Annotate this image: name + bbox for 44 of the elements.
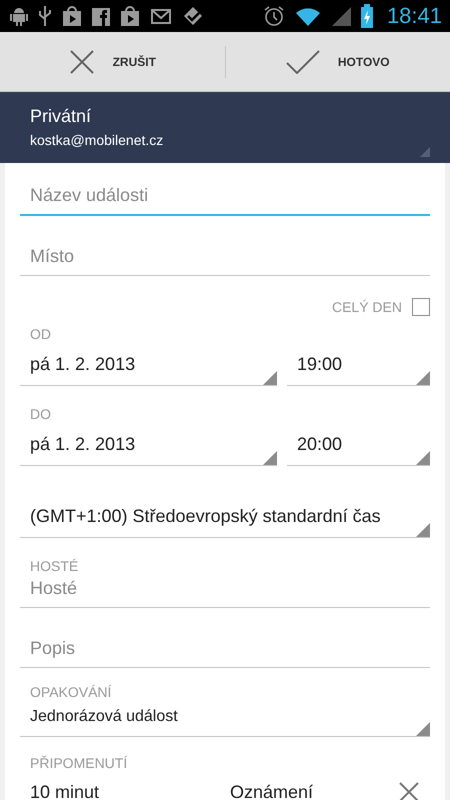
clock-time: 18:41 (386, 3, 442, 29)
description-field[interactable]: Popis (20, 620, 430, 668)
guests-field[interactable]: Hosté (20, 574, 430, 608)
dropdown-corner-icon (263, 451, 277, 465)
remove-icon[interactable] (398, 781, 420, 800)
dropdown-corner-icon (416, 722, 430, 736)
alarm-clock-icon (262, 5, 285, 27)
repeat-label: OPAKOVÁNÍ (29, 684, 112, 700)
reminder-method-dropdown[interactable]: Oznámení (230, 782, 398, 800)
reminders-label: PŘIPOMENUTÍ (29, 755, 128, 771)
battery-charging-icon (360, 4, 373, 28)
dropdown-corner-icon (416, 371, 430, 385)
location-field[interactable]: Místo (20, 228, 430, 276)
dropdown-corner-icon (420, 147, 430, 157)
shopping-bag-icon (62, 5, 82, 27)
signal-icon (330, 5, 351, 27)
cancel-button[interactable]: ZRUŠIT (0, 32, 224, 91)
dropdown-corner-icon (416, 523, 430, 537)
to-label: DO (29, 406, 52, 422)
check-badge-icon (182, 5, 204, 27)
from-label: OD (29, 326, 52, 342)
android-icon (10, 5, 28, 27)
all-day-label: CELÝ DEN (332, 299, 402, 315)
calendar-account-selector[interactable]: Privátní kostka@mobilenet.cz (0, 92, 450, 163)
shopping-bag-icon (120, 5, 140, 27)
usb-icon (38, 5, 52, 27)
dropdown-corner-icon (263, 371, 277, 385)
facebook-icon (92, 5, 110, 27)
guests-label: HOSTÉ (29, 558, 80, 574)
close-icon (68, 48, 95, 74)
dropdown-corner-icon (416, 451, 430, 465)
timezone-dropdown[interactable]: (GMT+1:00) Středoevropský standardní čas (20, 494, 430, 538)
start-time-dropdown[interactable]: 19:00 (287, 342, 430, 386)
account-email: kostka@mobilenet.cz (30, 132, 164, 148)
calendar-name: Privátní (30, 106, 92, 127)
start-date-dropdown[interactable]: pá 1. 2. 2013 (20, 342, 277, 386)
repeat-dropdown[interactable]: Jednorázová událost (20, 700, 430, 737)
end-date-dropdown[interactable]: pá 1. 2. 2013 (20, 422, 277, 466)
event-title-field[interactable]: Název události (20, 167, 430, 216)
reminder-time-dropdown[interactable]: 10 minut (30, 782, 230, 800)
end-time-dropdown[interactable]: 20:00 (287, 422, 430, 466)
done-button[interactable]: HOTOVO (226, 32, 450, 91)
checkmark-icon (286, 50, 320, 74)
all-day-checkbox[interactable] (412, 298, 430, 316)
